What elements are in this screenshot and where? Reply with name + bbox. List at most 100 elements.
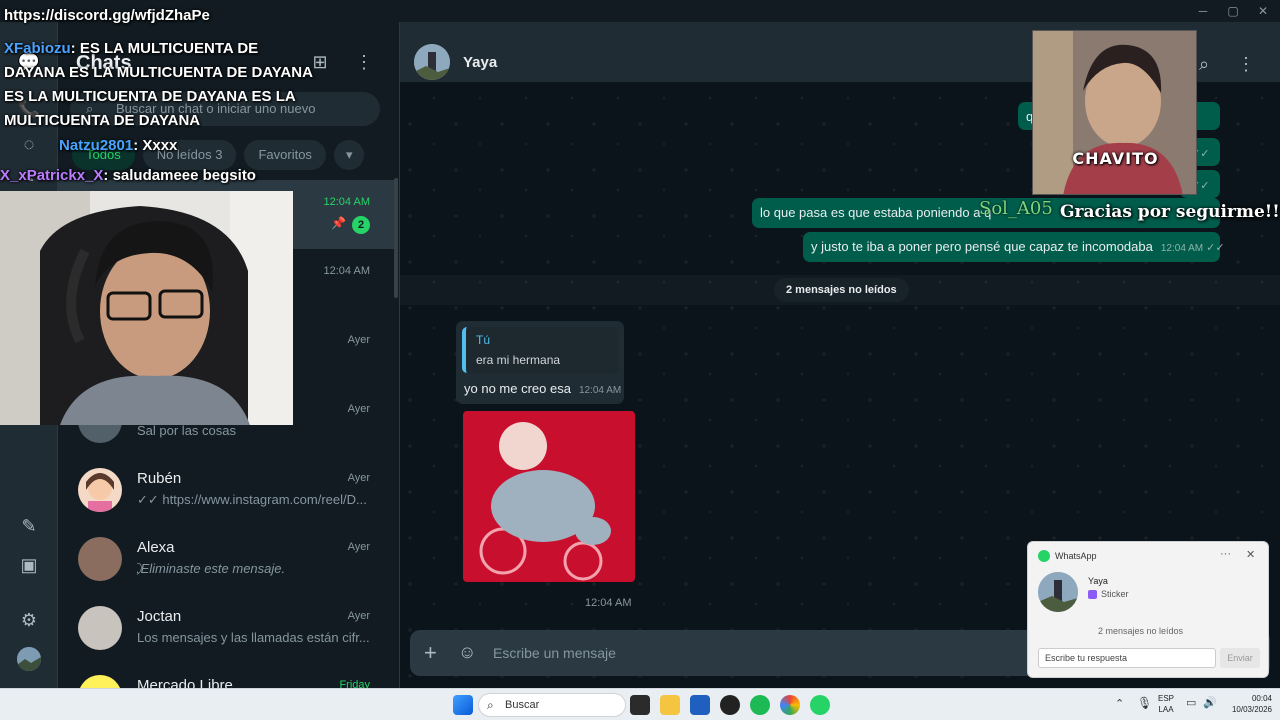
sticker-time: 12:04 AM: [585, 597, 632, 609]
baby-sticker-icon: [463, 411, 635, 582]
webcam-overlay: [0, 191, 293, 425]
pin-icon: 📌: [331, 216, 346, 230]
toast-reply-input[interactable]: Escribe tu respuesta: [1038, 648, 1216, 668]
toast-unread: 2 mensajes no leídos: [1098, 626, 1184, 636]
close-icon[interactable]: ✕: [1248, 2, 1278, 20]
starred-icon[interactable]: ✎: [17, 514, 41, 538]
streamer-photo-icon: [0, 191, 293, 425]
contact-photo-icon: [414, 44, 450, 80]
list-item[interactable]: Rubén Ayer ✓✓ https://www.instagram.com/…: [58, 456, 398, 525]
chat-name: Joctan: [137, 608, 182, 625]
chat-text: : Xxxx: [133, 137, 178, 154]
message-text: yo no me creo esa: [464, 381, 571, 396]
chat-name: Alexa: [137, 539, 175, 556]
kid-photo-icon: [1033, 31, 1196, 194]
whatsapp-icon[interactable]: [810, 695, 830, 715]
chrome-icon[interactable]: [780, 695, 800, 715]
unread-badge: 2: [352, 216, 370, 234]
file-explorer-icon[interactable]: [660, 695, 680, 715]
quote-text: era mi hermana: [476, 353, 561, 367]
filter-more-chevron-icon[interactable]: ▾: [333, 140, 365, 170]
list-scrollbar[interactable]: [394, 178, 398, 298]
avatar: [78, 537, 122, 581]
chat-preview: Los mensajes y las llamadas están cifr..…: [137, 630, 370, 645]
toast-sender: Yaya: [1088, 576, 1108, 586]
chat-name: Rubén: [137, 470, 182, 487]
task-view-icon[interactable]: [630, 695, 650, 715]
message-in-reply[interactable]: Tú era mi hermana yo no me creo esa 12:04…: [456, 321, 624, 404]
chat-preview: Sal por las cosas: [137, 423, 236, 438]
chat-preview: ⃠ Eliminaste este mensaje.: [137, 561, 286, 576]
kid-label: CHAVITO: [1072, 149, 1159, 168]
filter-favorites[interactable]: Favoritos: [244, 140, 326, 170]
contact-avatar[interactable]: [414, 44, 450, 80]
minimize-icon[interactable]: ─: [1188, 2, 1218, 20]
tray-chevron-icon[interactable]: ⌃: [1115, 697, 1124, 710]
message-out: y justo te iba a poner pero pensé que ca…: [803, 232, 1225, 262]
toast-body: Sticker: [1101, 589, 1129, 599]
read-check-icon: ✓✓: [1206, 242, 1225, 254]
search-icon: ⌕: [487, 698, 494, 712]
volume-icon[interactable]: 🔊: [1203, 696, 1217, 709]
attach-plus-icon[interactable]: +: [424, 642, 437, 664]
chat-text: : saludameee begsito: [103, 167, 256, 184]
spotify-icon[interactable]: [750, 695, 770, 715]
sticker-image[interactable]: [463, 411, 635, 582]
follower-thanks: Gracias por seguirme!!: [1060, 202, 1280, 222]
language-indicator[interactable]: ESP LAA: [1158, 693, 1174, 715]
avatar: [78, 606, 122, 650]
microphone-icon[interactable]: 🎙: [1137, 696, 1152, 710]
profile-avatar[interactable]: [17, 647, 41, 671]
stream-chat-message: Natzu2801: Xxxx: [4, 137, 177, 154]
message-time: 12:04 AM: [578, 385, 622, 396]
message-input[interactable]: Escribe un mensaje: [493, 645, 616, 661]
chat-time: Ayer: [347, 472, 370, 484]
follower-name: Sol_A05: [979, 198, 1053, 219]
taskbar-search-label: Buscar: [505, 699, 540, 711]
profile-photo-icon: [17, 647, 41, 671]
contact-name[interactable]: Yaya: [463, 54, 497, 71]
chat-name: Mercado Libre: [137, 677, 233, 688]
chat-time: Ayer: [347, 403, 370, 415]
maximize-icon[interactable]: ▢: [1218, 2, 1248, 20]
taskbar-search[interactable]: ⌕ Buscar: [478, 693, 626, 717]
clock-time: 00:04: [1251, 694, 1272, 703]
store-icon[interactable]: [690, 695, 710, 715]
menu-icon[interactable]: ⋮: [1234, 54, 1258, 78]
chat-preview: ✓✓ https://www.instagram.com/reel/D...: [137, 492, 367, 507]
close-icon[interactable]: ✕: [1246, 548, 1255, 561]
follower-alert-image: CHAVITO: [1032, 30, 1197, 195]
clock-date: 10/03/2026: [1231, 705, 1272, 714]
settings-gear-icon[interactable]: ⚙: [17, 608, 41, 632]
toast-send-button[interactable]: Enviar: [1220, 648, 1260, 668]
whatsapp-window: ─ ▢ ✕ 💬 📞 ◌ ◔ ✎ ▣ ⚙ Chats ⊞ ⋮ ⌕ Buscar u…: [0, 0, 1280, 688]
message-text: y justo te iba a poner pero pensé que ca…: [811, 239, 1153, 254]
notification-toast[interactable]: WhatsApp ··· ✕ Yaya Sticker 2 mensajes n…: [1027, 541, 1269, 678]
chat-time: 12:04 AM: [323, 265, 370, 277]
avatar: [1038, 572, 1078, 612]
whatsapp-icon: [1038, 550, 1050, 562]
cartoon-avatar-icon: [86, 473, 114, 512]
taskbar: ⌕ Buscar ⌃ 🎙 ESP LAA ▭ 🔊 00:04 10/03/202…: [0, 688, 1280, 720]
chat-time: 12:04 AM: [323, 196, 370, 208]
message-time: 12:04 AM: [1160, 243, 1204, 254]
list-item[interactable]: Joctan Ayer Los mensajes y las llamadas …: [58, 594, 398, 663]
chat-username: Natzu2801: [59, 137, 134, 154]
lang-top: ESP: [1158, 694, 1175, 703]
menu-icon[interactable]: ⋮: [352, 52, 376, 76]
network-icon[interactable]: ▭: [1186, 696, 1196, 709]
sticker-icon[interactable]: ☺: [458, 642, 476, 663]
quote-author: Tú: [476, 333, 491, 347]
media-icon[interactable]: ▣: [17, 553, 41, 577]
list-item[interactable]: Mercado Libre Friday: [58, 663, 398, 688]
start-icon[interactable]: [453, 695, 473, 715]
list-item[interactable]: Alexa Ayer ⃠ Eliminaste este mensaje.: [58, 525, 398, 594]
clock[interactable]: 00:04 10/03/2026: [1222, 693, 1272, 715]
obs-icon[interactable]: [720, 695, 740, 715]
more-icon[interactable]: ···: [1220, 548, 1231, 560]
quoted-message[interactable]: Tú era mi hermana: [462, 327, 618, 373]
discord-link: https://discord.gg/wfjdZhaPe: [4, 7, 210, 24]
lang-bottom: LAA: [1158, 705, 1174, 714]
chat-username: X_xPatrickx_X: [0, 167, 104, 184]
avatar: [78, 675, 122, 688]
